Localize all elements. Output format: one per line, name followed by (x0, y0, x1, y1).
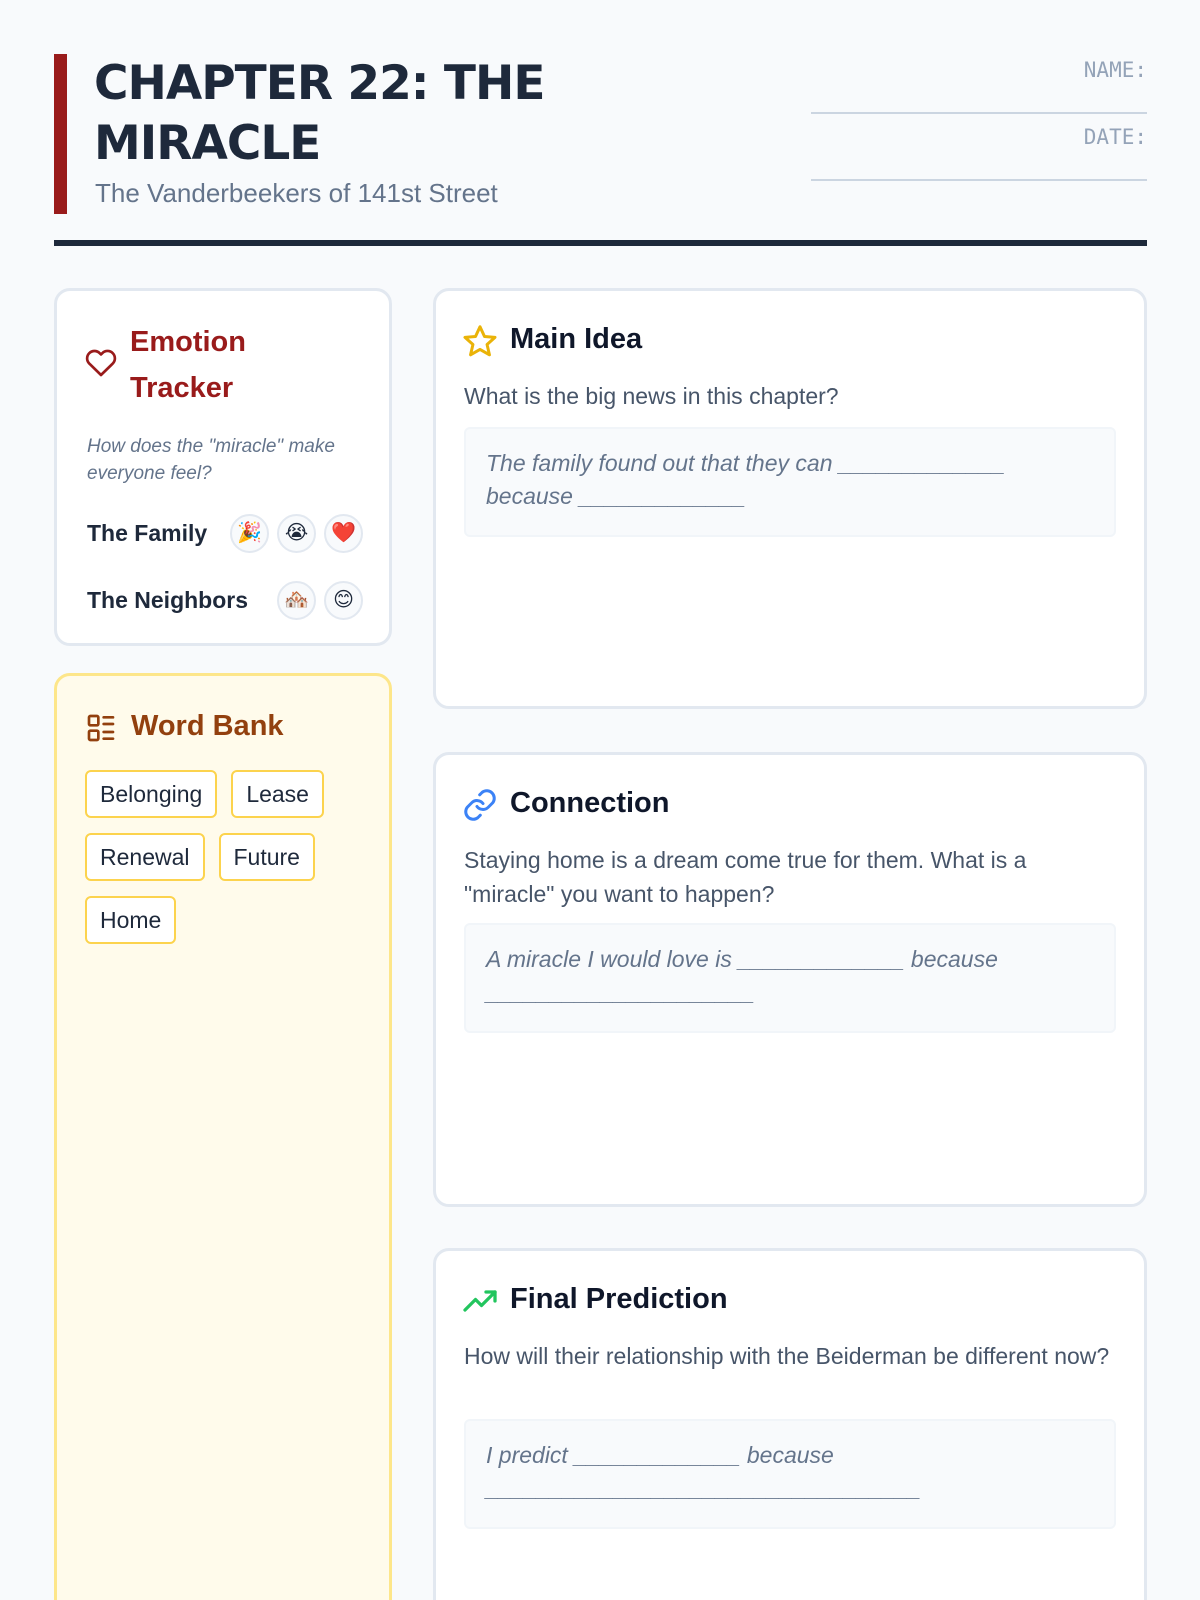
emotion-tracker-prompt: How does the "miracle" make everyone fee… (87, 436, 335, 484)
final-prediction-title: Final Prediction (510, 1283, 728, 1315)
page-subtitle: The Vanderbeekers of 141st Street (95, 178, 498, 208)
emotion-tracker-card: Emotion Tracker How does the "miracle" m… (54, 288, 392, 646)
final-prediction-answer-box[interactable]: I predict _____________ because ________… (464, 1419, 1116, 1529)
date-line (811, 179, 1147, 181)
word-bank-title: Word Bank (131, 710, 284, 742)
header-divider (54, 240, 1147, 246)
main-idea-answer-box[interactable]: The family found out that they can _____… (464, 427, 1116, 537)
word-chip[interactable]: Belonging (85, 770, 218, 818)
date-label: DATE: (1083, 125, 1147, 149)
word-chips: Belonging Lease Renewal Future Home (85, 770, 355, 944)
trending-up-icon (463, 1290, 497, 1312)
heart-icon (85, 349, 117, 377)
connection-question: Staying home is a dream come true for th… (464, 847, 1027, 907)
word-chip[interactable]: Future (218, 833, 315, 881)
star-icon (463, 325, 497, 357)
emotion-row-label: The Neighbors (87, 586, 249, 613)
emotion-row-label: The Family (87, 519, 208, 546)
word-chip[interactable]: Renewal (85, 833, 205, 881)
accent-bar (54, 54, 67, 214)
emotion-tracker-title: Emotion Tracker (130, 326, 246, 404)
emotion-row-neighbors: The Neighbors 🏘️ 😊 (87, 579, 363, 621)
emotion-row-family: The Family 🎉 😭 ❤️ (87, 512, 363, 554)
main-idea-question: What is the big news in this chapter? (464, 383, 839, 409)
name-date-fields: NAME: DATE: (811, 54, 1147, 188)
name-label: NAME: (1083, 58, 1147, 82)
name-line (811, 112, 1147, 114)
name-field[interactable]: NAME: (811, 54, 1147, 121)
houses-emoji[interactable]: 🏘️ (277, 580, 316, 620)
main-idea-card: Main Idea What is the big news in this c… (433, 288, 1147, 709)
smile-emoji[interactable]: 😊 (324, 580, 363, 620)
final-prediction-card: Final Prediction How will their relation… (433, 1248, 1147, 1600)
connection-answer-box[interactable]: A miracle I would love is _____________ … (464, 923, 1116, 1033)
party-emoji[interactable]: 🎉 (230, 513, 269, 553)
connection-title: Connection (510, 787, 670, 819)
worksheet-header: Chapter 22: The Miracle The Vanderbeeker… (54, 54, 1147, 214)
final-prediction-question: How will their relationship with the Bei… (464, 1343, 1110, 1369)
connection-card: Connection Staying home is a dream come … (433, 752, 1147, 1207)
word-chip[interactable]: Home (85, 896, 177, 944)
word-bank-card: Word Bank Belonging Lease Renewal Future… (54, 673, 392, 1600)
list-icon (87, 714, 115, 742)
word-chip[interactable]: Lease (231, 770, 324, 818)
main-idea-title: Main Idea (510, 323, 643, 355)
date-field[interactable]: DATE: (811, 121, 1147, 188)
page-title: Chapter 22: The Miracle (94, 56, 545, 171)
link-icon (464, 789, 496, 821)
heart-emoji[interactable]: ❤️ (324, 513, 363, 553)
crying-emoji[interactable]: 😭 (277, 513, 316, 553)
